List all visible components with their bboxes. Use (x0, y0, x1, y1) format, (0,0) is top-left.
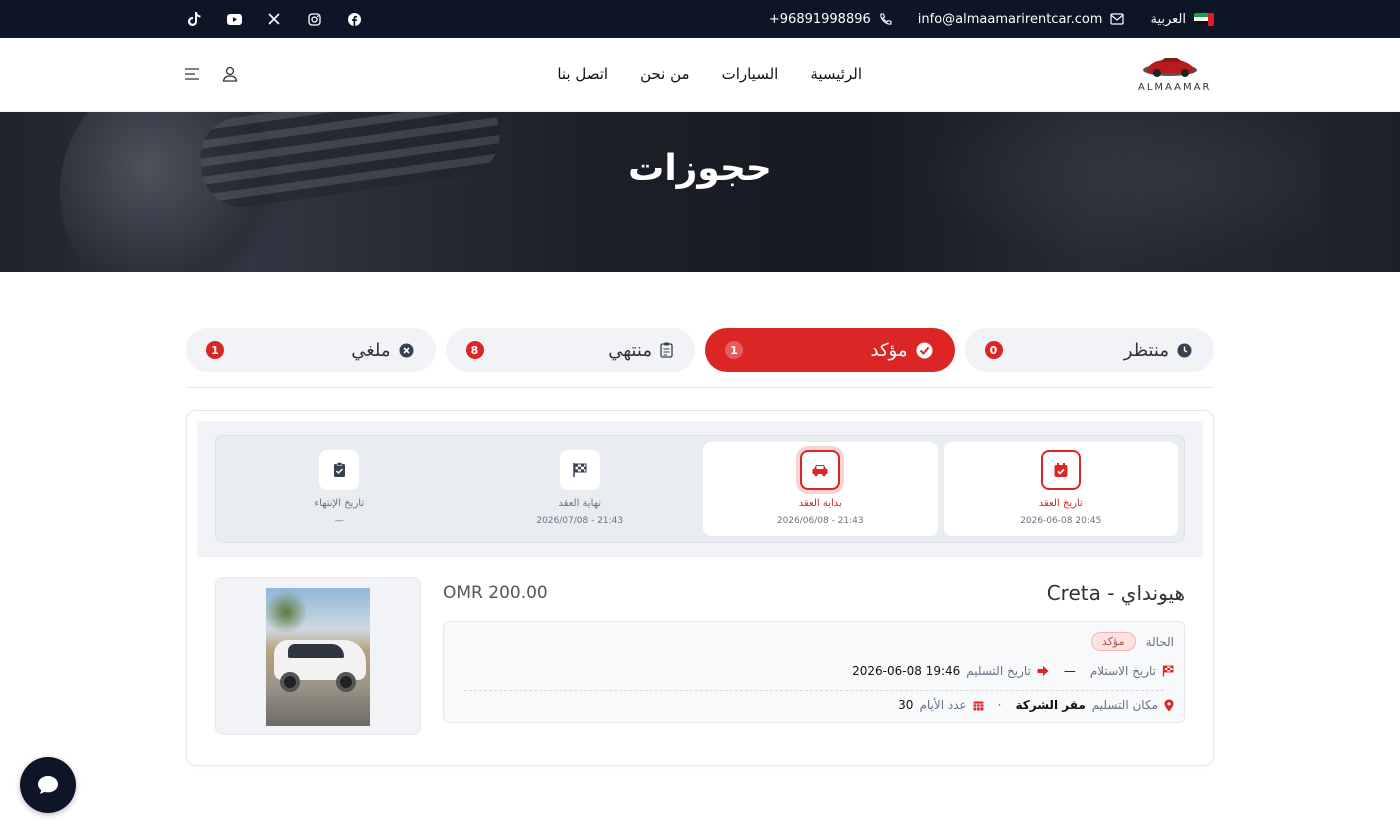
pickup-label: تاريخ الاستلام (1089, 664, 1156, 678)
tab-count-badge: 0 (984, 341, 1003, 359)
timeline-step-date: 2026/06/08 - 21:43 (776, 516, 864, 526)
hamburger-menu-icon[interactable] (184, 66, 200, 86)
location-label: مكان التسليم (1091, 698, 1158, 712)
page-title: حجوزات (628, 148, 772, 189)
status-label: الحالة (1145, 634, 1174, 649)
booking-price: OMR 200.00 (443, 583, 548, 603)
map-pin-icon (1164, 699, 1174, 711)
timeline-step-expiry: تاريخ الإنتهاء — (222, 442, 457, 536)
location-value: مقر الشركة (1015, 698, 1086, 712)
status-row: الحالة مؤكد (1090, 632, 1174, 651)
timeline-step-title: تاريخ الإنتهاء (314, 498, 365, 509)
chat-bubble-icon (38, 776, 58, 794)
timeline-step-contract-start: بداية العقد 2026/06/08 - 21:43 (703, 442, 938, 536)
timeline-step-contract-date: تاريخ العقد 2026-06-08 20:45 (943, 442, 1178, 536)
main-menu: الرئيسية السيارات من نحن اتصل بنا (557, 65, 862, 83)
timeline-step-date: — (334, 516, 344, 526)
tab-cancelled[interactable]: ملغي 1 (186, 328, 436, 372)
location-row: مكان التسليم مقر الشركة · عدد الأيام 30 (898, 698, 1174, 712)
calendar-icon (973, 701, 984, 710)
tab-pending[interactable]: منتظر 0 (964, 328, 1214, 372)
nav-actions (184, 66, 238, 86)
timeline-step-date: 2026/07/08 - 21:43 (536, 516, 624, 526)
user-icon[interactable] (222, 66, 238, 86)
page-hero: حجوزات (0, 112, 1400, 272)
tab-finished[interactable]: منتهي 8 (445, 328, 695, 372)
instagram-icon[interactable] (306, 11, 322, 27)
timeline-step-title: بداية العقد (798, 498, 842, 509)
details-divider (464, 690, 1164, 691)
language-label: العربية (1150, 11, 1186, 27)
sign-in-icon (1037, 666, 1049, 676)
check-circle-icon (916, 342, 932, 358)
tab-count-badge: 8 (465, 341, 484, 359)
site-logo[interactable]: ALMAAMAR (1138, 52, 1212, 100)
menu-item-about[interactable]: من نحن (640, 65, 690, 83)
phone-icon (880, 12, 892, 25)
days-label: عدد الأيام (919, 698, 967, 712)
booking-details: الحالة مؤكد تاريخ الاستلام — تاريخ التسل… (443, 621, 1185, 723)
tab-label: ملغي (351, 339, 391, 361)
phone-link[interactable]: 96891998896+ (769, 12, 892, 27)
checkered-flag-icon (573, 463, 587, 477)
facebook-icon[interactable] (346, 11, 362, 27)
car-image-box (215, 577, 421, 735)
car-logo-icon (1143, 58, 1197, 77)
main-navbar: ALMAAMAR الرئيسية السيارات من نحن اتصل ب… (0, 38, 1400, 112)
email-text: info@almaamarirentcar.com (917, 11, 1103, 27)
days-value: 30 (898, 698, 914, 712)
pickup-value: — (1063, 664, 1076, 678)
logo-text: ALMAAMAR (1138, 82, 1212, 93)
x-icon[interactable] (266, 11, 282, 27)
tab-label: مؤكد (870, 339, 908, 361)
tab-label: منتهي (608, 339, 652, 361)
timeline-step-date: 2026-06-08 20:45 (1020, 516, 1102, 526)
menu-item-home[interactable]: الرئيسية (810, 65, 862, 83)
menu-item-contact[interactable]: اتصل بنا (557, 65, 608, 83)
flag-icon (1162, 665, 1174, 677)
uae-flag-icon (1194, 12, 1214, 26)
timeline-step-title: تاريخ العقد (1038, 498, 1083, 509)
timeline-step-title: نهاية العقد (558, 498, 602, 509)
booking-card: تاريخ العقد 2026-06-08 20:45 بداية العقد… (186, 410, 1214, 766)
tabs-divider (186, 387, 1214, 388)
chat-button[interactable] (20, 757, 76, 813)
status-badge: مؤكد (1090, 632, 1136, 651)
mail-icon (1110, 13, 1125, 25)
tab-count-badge: 1 (725, 341, 743, 359)
booking-status-tabs: منتظر 0 مؤكد 1 منتهي 8 ملغي 1 (186, 328, 1214, 372)
car-photo[interactable] (266, 588, 370, 726)
delivery-value: 2026-06-08 19:46 (852, 664, 961, 678)
social-links (186, 11, 362, 27)
dates-row: تاريخ الاستلام — تاريخ التسليم 2026-06-0… (852, 664, 1174, 678)
calendar-check-icon (1054, 463, 1068, 477)
menu-item-cars[interactable]: السيارات (722, 65, 779, 83)
tab-count-badge: 1 (206, 341, 224, 359)
car-icon (812, 465, 828, 477)
phone-text: 96891998896+ (768, 11, 871, 27)
timeline-step-contract-end: نهاية العقد 2026/07/08 - 21:43 (463, 442, 698, 536)
timeline-section: تاريخ العقد 2026-06-08 20:45 بداية العقد… (197, 421, 1203, 557)
x-circle-icon (399, 343, 413, 357)
top-bar: العربية info@almaamarirentcar.com 968919… (0, 0, 1400, 38)
tab-confirmed[interactable]: مؤكد 1 (705, 328, 955, 372)
language-switcher[interactable]: العربية (1150, 12, 1214, 27)
clipboard-check-icon (333, 462, 345, 477)
booking-timeline: تاريخ العقد 2026-06-08 20:45 بداية العقد… (215, 435, 1185, 543)
delivery-label: تاريخ التسليم (966, 664, 1031, 678)
email-link[interactable]: info@almaamarirentcar.com (918, 12, 1125, 27)
car-title: هيونداي - Creta (1046, 581, 1185, 605)
separator-dot: · (997, 698, 1002, 712)
tab-label: منتظر (1123, 339, 1169, 361)
clock-icon (1177, 343, 1192, 357)
clipboard-icon (660, 342, 673, 358)
tiktok-icon[interactable] (186, 11, 202, 27)
youtube-icon[interactable] (226, 11, 242, 27)
